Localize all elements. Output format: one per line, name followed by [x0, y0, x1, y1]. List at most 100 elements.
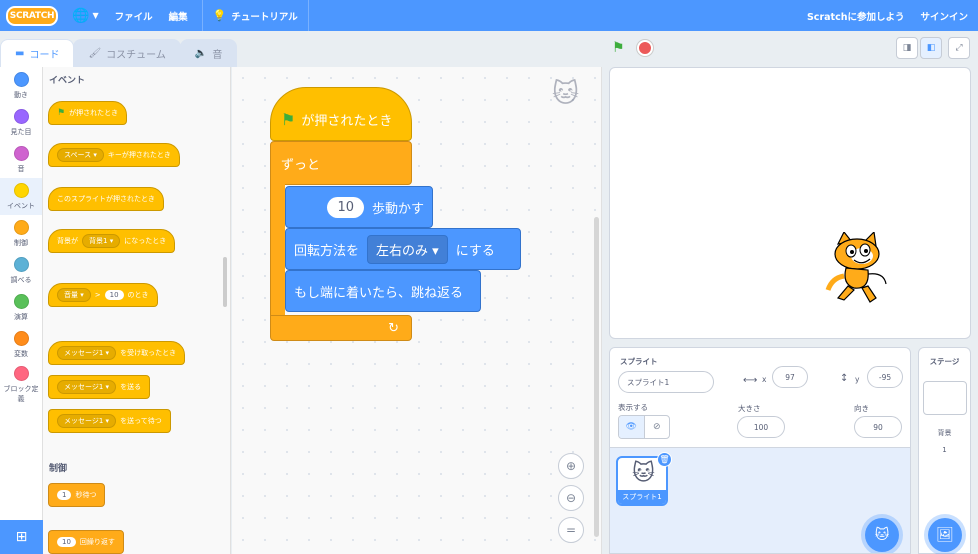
- block-text: のとき: [127, 291, 149, 299]
- block-text: 回繰り返す: [79, 538, 115, 546]
- zoom-in-button[interactable]: ⊕: [558, 453, 584, 479]
- block-repeat[interactable]: 10 回繰り返す: [48, 530, 124, 554]
- wait-input[interactable]: 1: [57, 490, 72, 500]
- block-when-receive[interactable]: メッセージ1 ▾ を受け取ったとき: [48, 341, 186, 365]
- file-menu[interactable]: ファイル: [115, 9, 153, 23]
- stop-button[interactable]: [637, 40, 653, 56]
- direction-input[interactable]: 90: [854, 416, 902, 438]
- rotation-style-dropdown[interactable]: 左右のみ ▾: [367, 234, 448, 264]
- category-motion[interactable]: 動き: [0, 67, 42, 104]
- show-button[interactable]: 👁: [619, 416, 645, 438]
- block-when-flag-clicked[interactable]: ⚑ が押されたとき: [48, 101, 128, 125]
- category-events[interactable]: イベント: [0, 178, 42, 215]
- script-block-set-rotation-style[interactable]: 回転方法を 左右のみ ▾ にする: [285, 228, 521, 270]
- repeat-input[interactable]: 10: [57, 537, 76, 547]
- green-flag-button[interactable]: ⚑: [612, 40, 625, 56]
- add-sprite-button[interactable]: 🐱: [865, 518, 899, 552]
- zoom-out-icon: ⊖: [565, 491, 577, 505]
- language-button[interactable]: 🌐 ▼: [72, 8, 99, 24]
- block-when-key-pressed[interactable]: スペース ▾ キーが押されたとき: [48, 143, 180, 167]
- join-scratch-link[interactable]: Scratchに参加しよう: [807, 9, 905, 23]
- category-dot-icon: [13, 219, 29, 235]
- script-scrollbar[interactable]: [594, 217, 599, 537]
- add-backdrop-button[interactable]: 🖼: [928, 518, 962, 552]
- hide-button[interactable]: ⊘: [645, 416, 670, 438]
- zoom-reset-button[interactable]: =: [558, 517, 584, 543]
- block-when-loudness[interactable]: 音量 ▾ > 10 のとき: [48, 283, 158, 307]
- loudness-input[interactable]: 10: [104, 290, 124, 300]
- small-stage-button[interactable]: ◨: [896, 37, 918, 59]
- category-control[interactable]: 制御: [0, 215, 42, 252]
- tutorial-button[interactable]: 💡 チュートリアル: [201, 0, 309, 31]
- lightbulb-icon: 💡: [212, 9, 227, 22]
- block-text: 回転方法を: [294, 243, 360, 259]
- editor-tabs: ▬ コード 🖌 コスチューム 🔈 音: [0, 39, 238, 67]
- add-extension-button[interactable]: ⊞: [0, 520, 43, 554]
- script-block-forever[interactable]: ずっと: [270, 141, 412, 185]
- edit-menu[interactable]: 編集: [169, 9, 188, 23]
- category-dot-icon: [13, 108, 29, 124]
- sign-in-link[interactable]: サインイン: [920, 9, 968, 23]
- palette-scrollbar[interactable]: [223, 257, 227, 307]
- script-block-when-flag-clicked[interactable]: ⚑ が押されたとき: [270, 87, 412, 141]
- stage[interactable]: [609, 67, 971, 339]
- loudness-dropdown[interactable]: 音量 ▾: [57, 288, 91, 302]
- script-area[interactable]: 🐱 ⚑ が押されたとき ずっと 10 歩動かす 回転方法を 左右のみ ▾ にする…: [232, 67, 602, 554]
- category-dot-icon: [13, 256, 29, 272]
- equals-icon: =: [565, 523, 577, 537]
- block-when-sprite-clicked[interactable]: このスプライトが押されたとき: [48, 187, 164, 211]
- category-label: ブロック定義: [3, 385, 39, 403]
- category-label: 演算: [14, 312, 28, 321]
- zoom-in-icon: ⊕: [565, 459, 577, 473]
- message-dropdown[interactable]: メッセージ1 ▾: [57, 414, 117, 428]
- dropdown-value: メッセージ1: [64, 349, 104, 357]
- sprite-name-input[interactable]: スプライト1: [618, 371, 714, 393]
- menu-bar: SCRATCH 🌐 ▼ ファイル 編集 💡 チュートリアル Scratchに参加…: [0, 0, 978, 31]
- steps-input[interactable]: 10: [327, 196, 364, 218]
- backdrop-thumbnail[interactable]: [923, 381, 967, 415]
- x-input[interactable]: 97: [772, 366, 808, 388]
- dropdown-value: 背景1: [89, 237, 108, 245]
- sprite-tile-name: スプライト1: [618, 490, 666, 504]
- script-block-move-steps[interactable]: 10 歩動かす: [285, 186, 433, 228]
- loop-arrow-icon: ↻: [388, 320, 399, 336]
- message-dropdown[interactable]: メッセージ1 ▾: [57, 380, 117, 394]
- zoom-out-button[interactable]: ⊖: [558, 485, 584, 511]
- cat-sprite-icon: 🐱: [632, 461, 655, 486]
- category-sensing[interactable]: 調べる: [0, 252, 42, 289]
- message-dropdown[interactable]: メッセージ1 ▾: [57, 346, 117, 360]
- category-variables[interactable]: 変数: [0, 326, 42, 363]
- block-text: が押されたとき: [301, 114, 393, 129]
- category-looks[interactable]: 見た目: [0, 104, 42, 141]
- scratch-logo[interactable]: SCRATCH: [6, 5, 58, 26]
- block-text: 背景が: [57, 237, 78, 245]
- size-input[interactable]: 100: [737, 416, 785, 438]
- block-when-backdrop-switches[interactable]: 背景が 背景1 ▾ になったとき: [48, 229, 176, 253]
- category-label: イベント: [7, 201, 35, 210]
- backdrop-dropdown[interactable]: 背景1 ▾: [82, 234, 121, 248]
- large-stage-button[interactable]: ◧: [920, 37, 942, 59]
- fullscreen-icon: ⤢: [955, 43, 963, 53]
- key-dropdown[interactable]: スペース ▾: [57, 148, 104, 162]
- category-sound[interactable]: 音: [0, 141, 42, 178]
- category-operators[interactable]: 演算: [0, 289, 42, 326]
- tab-costumes[interactable]: 🖌 コスチューム: [73, 39, 181, 67]
- block-broadcast-and-wait[interactable]: メッセージ1 ▾ を送って待つ: [48, 409, 171, 433]
- block-palette: イベント ⚑ が押されたとき スペース ▾ キーが押されたとき このスプライトが…: [43, 67, 231, 554]
- y-input[interactable]: -95: [867, 366, 903, 388]
- tab-code-label: コード: [29, 50, 60, 61]
- cat-sprite[interactable]: [824, 232, 894, 312]
- category-my-blocks[interactable]: ブロック定義: [0, 363, 42, 407]
- category-dot-icon: [13, 293, 29, 309]
- fullscreen-button[interactable]: ⤢: [948, 37, 970, 59]
- script-block-bounce-on-edge[interactable]: もし端に着いたら、跳ね返る: [285, 270, 481, 312]
- tab-code[interactable]: ▬ コード: [0, 39, 75, 67]
- block-wait[interactable]: 1 秒待つ: [48, 483, 106, 507]
- block-broadcast[interactable]: メッセージ1 ▾ を送る: [48, 375, 151, 399]
- brush-icon: 🖌: [88, 48, 102, 59]
- delete-sprite-button[interactable]: 🗑: [657, 452, 672, 467]
- tab-sounds[interactable]: 🔈 音: [179, 39, 238, 67]
- block-text: 歩動かす: [371, 201, 424, 217]
- stage-target-pane[interactable]: ステージ 背景 1 🖼: [918, 347, 971, 554]
- category-dot-icon: [13, 182, 29, 198]
